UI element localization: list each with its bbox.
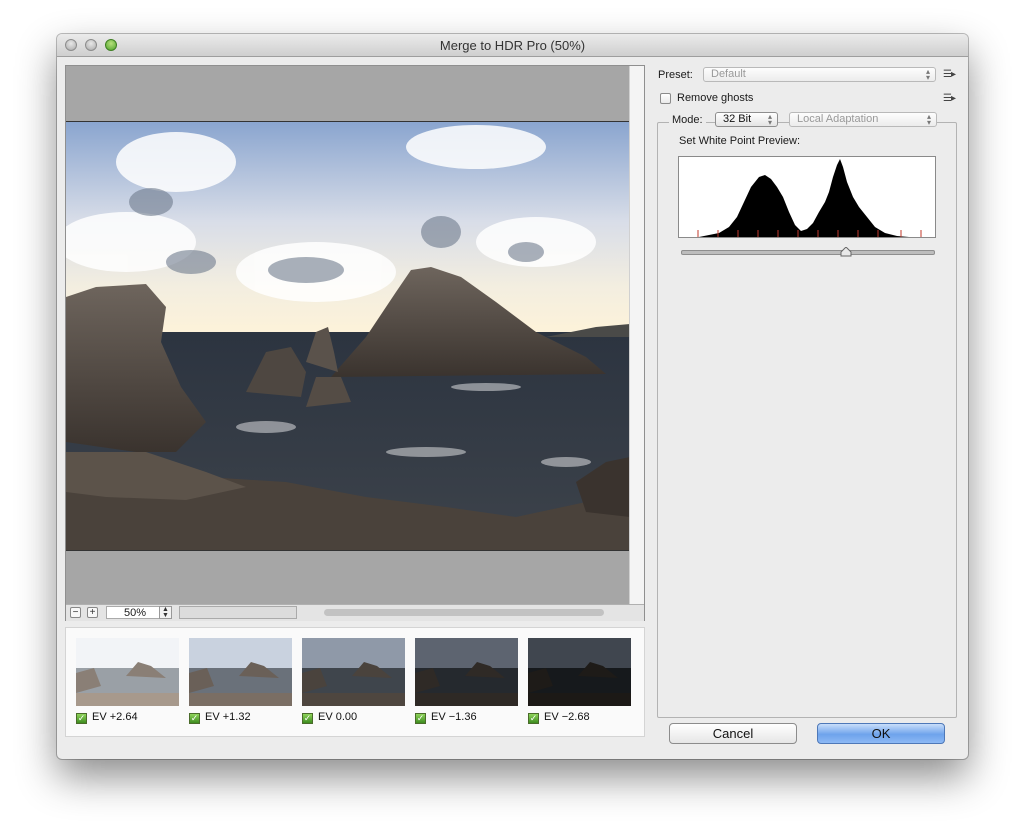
ev-label: EV +2.64 [92, 711, 138, 723]
include-checkbox[interactable]: ✓ [302, 713, 313, 724]
thumbnail-image[interactable] [302, 638, 405, 706]
method-value: Local Adaptation [797, 113, 879, 125]
preview-vertical-scrollbar[interactable] [629, 66, 644, 604]
zoom-in-button[interactable]: + [87, 607, 98, 618]
method-popup[interactable]: Local Adaptation ▴ ▾ [789, 112, 937, 127]
source-thumbnail[interactable]: ✓ EV −1.36 [415, 638, 518, 728]
white-point-histogram [678, 156, 936, 238]
hdr-preview-image [66, 121, 630, 551]
thumbnail-image[interactable] [415, 638, 518, 706]
zoom-level-field[interactable]: 50% [106, 606, 164, 619]
preset-label: Preset: [658, 69, 693, 81]
preset-options-icon[interactable]: ☰▸ [943, 69, 956, 80]
include-checkbox[interactable]: ✓ [528, 713, 539, 724]
preset-value: Default [711, 68, 746, 80]
source-thumbnail[interactable]: ✓ EV 0.00 [302, 638, 405, 728]
status-field [179, 606, 297, 619]
ev-label: EV −1.36 [431, 711, 477, 723]
ev-label: EV −2.68 [544, 711, 590, 723]
white-point-label: Set White Point Preview: [679, 135, 801, 147]
ev-label: EV +1.32 [205, 711, 251, 723]
source-thumbnail[interactable]: ✓ EV +1.32 [189, 638, 292, 728]
bit-depth-popup[interactable]: 32 Bit ▴ ▾ [715, 112, 778, 127]
source-thumbnail[interactable]: ✓ EV −2.68 [528, 638, 631, 728]
ok-button[interactable]: OK [817, 723, 945, 744]
preset-popup[interactable]: Default ▴ ▾ [703, 67, 936, 82]
thumbnail-image[interactable] [528, 638, 631, 706]
ghosts-options-icon[interactable]: ☰▸ [943, 93, 956, 104]
mode-label: Mode: [669, 114, 706, 126]
source-thumbnail[interactable]: ✓ EV +2.64 [76, 638, 179, 728]
include-checkbox[interactable]: ✓ [415, 713, 426, 724]
remove-ghosts-label: Remove ghosts [677, 92, 754, 104]
popup-arrows-icon: ▴ ▾ [926, 112, 931, 127]
window-title: Merge to HDR Pro (50%) [439, 38, 586, 53]
title-bar[interactable]: Merge to HDR Pro (50%) [57, 34, 968, 57]
thumbnail-image[interactable] [76, 638, 179, 706]
include-checkbox[interactable]: ✓ [76, 713, 87, 724]
zoom-out-button[interactable]: − [70, 607, 81, 618]
merge-to-hdr-dialog: Merge to HDR Pro (50%) − + 50% ▲ ▼ ✓ EV … [57, 34, 968, 759]
include-checkbox[interactable]: ✓ [189, 713, 200, 724]
preview-horizontal-scrollbar[interactable] [324, 609, 604, 616]
zoom-stepper[interactable]: ▲ ▼ [159, 606, 172, 619]
ev-label: EV 0.00 [318, 711, 358, 723]
popup-arrows-icon: ▴ ▾ [925, 67, 930, 82]
preview-pane[interactable]: − + 50% ▲ ▼ [65, 65, 645, 621]
thumbnail-image[interactable] [189, 638, 292, 706]
preview-status-bar: − + 50% ▲ ▼ [66, 604, 644, 621]
bit-depth-value: 32 Bit [723, 113, 752, 125]
cancel-button[interactable]: Cancel [669, 723, 797, 744]
popup-arrows-icon: ▴ ▾ [767, 112, 772, 127]
source-images-strip: ✓ EV +2.64 ✓ EV +1.32 ✓ EV 0.00 ✓ EV −1.… [65, 627, 645, 737]
remove-ghosts-checkbox[interactable] [660, 93, 671, 104]
white-point-slider[interactable] [681, 250, 935, 255]
